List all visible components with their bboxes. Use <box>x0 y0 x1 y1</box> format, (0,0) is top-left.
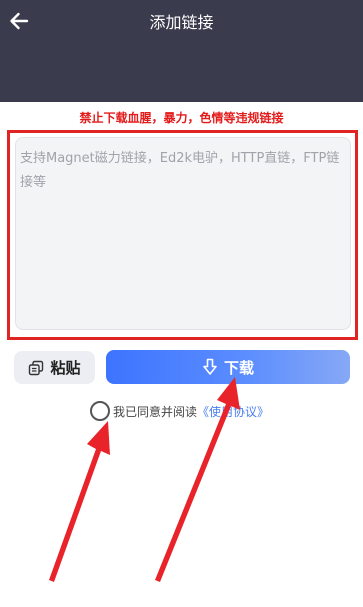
download-label: 下载 <box>223 358 254 377</box>
app-header: 添加链接 <box>0 0 363 102</box>
download-arrow-icon <box>203 358 217 375</box>
agreement-radio[interactable] <box>90 401 110 421</box>
page-title: 添加链接 <box>149 13 214 32</box>
paste-label: 粘贴 <box>50 359 81 377</box>
agreement-text: 我已同意并阅读 <box>113 404 198 419</box>
link-input[interactable] <box>15 137 351 330</box>
annotation-arrow-left <box>49 421 110 582</box>
copy-icon <box>29 360 44 375</box>
download-button[interactable]: 下载 <box>106 350 350 384</box>
agreement-link[interactable]: 《使用协议》 <box>197 403 269 420</box>
paste-button[interactable]: 粘贴 <box>14 351 95 384</box>
agreement-row: 我已同意并阅读 《使用协议》 <box>90 400 269 422</box>
warning-text: 禁止下载血腥，暴力，色情等违规链接 <box>79 111 284 125</box>
